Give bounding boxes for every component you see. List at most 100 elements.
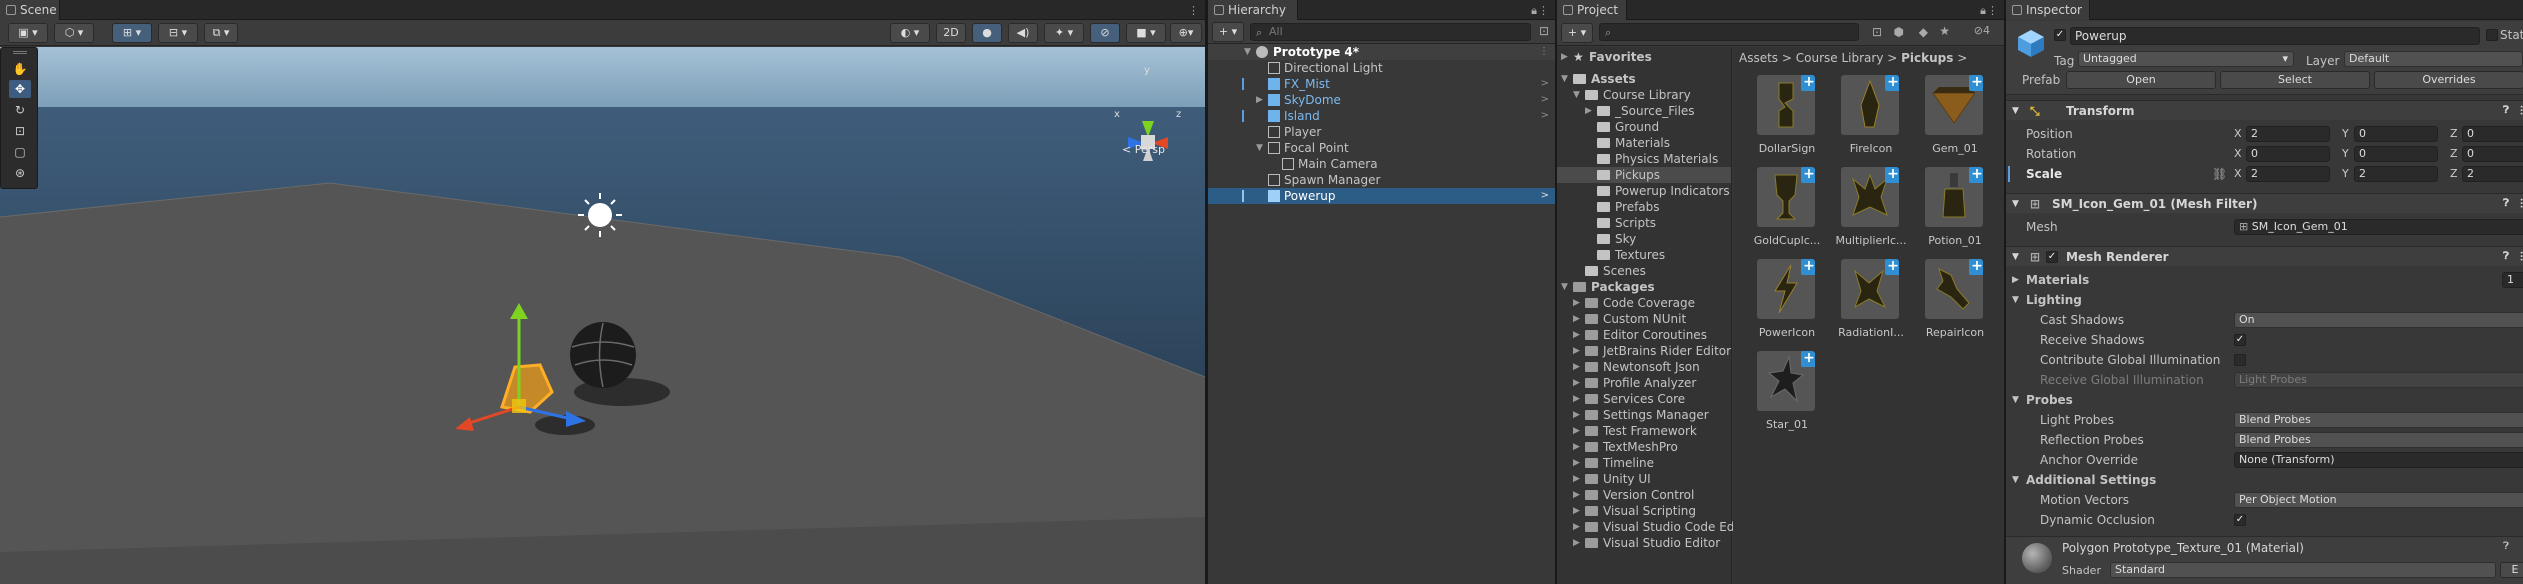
- expand-arrow-icon[interactable]: ▼: [1573, 87, 1580, 103]
- grid-snap-button[interactable]: ⊞ ▾: [112, 23, 152, 43]
- visibility-toggle[interactable]: ⊘: [1090, 23, 1120, 43]
- tree-visual-studio-editor[interactable]: ▶ Visual Studio Editor: [1557, 535, 1731, 551]
- dynamic-occlusion-checkbox[interactable]: ✓: [2234, 514, 2246, 526]
- expand-arrow-icon[interactable]: ▶: [1573, 359, 1580, 375]
- rect-tool[interactable]: ▢: [9, 143, 31, 161]
- tab-inspector[interactable]: Inspector: [2006, 0, 2090, 20]
- expand-arrow-icon[interactable]: ▶: [1573, 343, 1580, 359]
- tree-packages[interactable]: ▼ Packages: [1557, 279, 1731, 295]
- tree-services-core[interactable]: ▶ Services Core: [1557, 391, 1731, 407]
- motion-vectors-dropdown[interactable]: Per Object Motion: [2234, 492, 2523, 508]
- tree-favorites[interactable]: ▶ ★ Favorites: [1557, 49, 1731, 65]
- scale-z-field[interactable]: 2: [2462, 166, 2523, 182]
- hierarchy-item-focal-point[interactable]: ▼ Focal Point: [1208, 140, 1555, 156]
- rotate-tool[interactable]: ↻: [9, 101, 31, 119]
- hierarchy-item-fx-mist[interactable]: FX_Mist >: [1208, 76, 1555, 92]
- materials-row[interactable]: ▶ Materials 1: [2006, 270, 2523, 290]
- probes-section[interactable]: ▼ Probes: [2006, 390, 2523, 410]
- help-icon[interactable]: ❓︎: [2503, 541, 2509, 552]
- scale-tool[interactable]: ⊡: [9, 122, 31, 140]
- hierarchy-scene-visibility-icon[interactable]: ⊡: [1539, 24, 1549, 38]
- hierarchy-search-input[interactable]: ⌕ All: [1250, 23, 1531, 41]
- reflection-probes-dropdown[interactable]: Blend Probes: [2234, 432, 2523, 448]
- position-y-field[interactable]: 0: [2354, 126, 2438, 142]
- tree-unity-ui[interactable]: ▶ Unity UI: [1557, 471, 1731, 487]
- tree-jetbrains-rider-editor[interactable]: ▶ JetBrains Rider Editor: [1557, 343, 1731, 359]
- tree-settings-manager[interactable]: ▶ Settings Manager: [1557, 407, 1731, 423]
- project-search-input[interactable]: ⌕: [1599, 23, 1859, 41]
- tree-assets[interactable]: ▼ Assets: [1557, 71, 1731, 87]
- hand-tool[interactable]: ✋: [9, 60, 31, 78]
- effects-button[interactable]: ✦ ▾: [1044, 23, 1084, 43]
- expand-arrow-icon[interactable]: ▼: [1244, 44, 1251, 60]
- expand-arrow-icon[interactable]: ▶: [1573, 423, 1580, 439]
- asset-goldcup[interactable]: + GoldCuplc...: [1747, 167, 1820, 257]
- tree-timeline[interactable]: ▶ Timeline: [1557, 455, 1731, 471]
- tree-custom-nunit[interactable]: ▶ Custom NUnit: [1557, 311, 1731, 327]
- asset-repairicon[interactable]: + RepairIcon: [1915, 259, 1985, 349]
- tree-sky[interactable]: Sky: [1557, 231, 1731, 247]
- tree-code-coverage[interactable]: ▶ Code Coverage: [1557, 295, 1731, 311]
- expand-arrow-icon[interactable]: ▶: [1573, 327, 1580, 343]
- expand-arrow-icon[interactable]: ▶: [1256, 92, 1263, 108]
- tree-visual-scripting[interactable]: ▶ Visual Scripting: [1557, 503, 1731, 519]
- hierarchy-item-skydome[interactable]: ▶ SkyDome >: [1208, 92, 1555, 108]
- asset-radiation[interactable]: + RadiationI...: [1831, 259, 1904, 349]
- mesh-renderer-component-header[interactable]: ▼ ⊞ ✓ Mesh Renderer ❓︎ ⫶: [2006, 246, 2523, 266]
- tree-visual-studio-code-editor[interactable]: ▶ Visual Studio Code Ed: [1557, 519, 1734, 535]
- chevron-right-icon[interactable]: >: [1541, 108, 1549, 124]
- tree-powerup-indicators[interactable]: Powerup Indicators: [1557, 183, 1731, 199]
- tab-scene[interactable]: Scene: [0, 0, 60, 20]
- hierarchy-item-powerup[interactable]: Powerup >: [1208, 188, 1555, 204]
- hierarchy-item-player[interactable]: Player: [1208, 124, 1555, 140]
- breadcrumb-item[interactable]: Pickups: [1901, 51, 1953, 65]
- scale-y-field[interactable]: 2: [2354, 166, 2438, 182]
- asset-powericon[interactable]: + PowerIcon: [1747, 259, 1817, 349]
- shader-edit-button[interactable]: E: [2500, 562, 2523, 578]
- move-tool[interactable]: ✥: [9, 80, 31, 98]
- tree-version-control[interactable]: ▶ Version Control: [1557, 487, 1731, 503]
- expand-arrow-icon[interactable]: ▶: [1573, 503, 1580, 519]
- rotation-z-field[interactable]: 0: [2462, 146, 2523, 162]
- expand-arrow-icon[interactable]: ▶: [1573, 471, 1580, 487]
- 2d-toggle[interactable]: 2D: [936, 23, 966, 43]
- hierarchy-item-island[interactable]: Island >: [1208, 108, 1555, 124]
- tag-dropdown[interactable]: Untagged ▾: [2078, 51, 2294, 67]
- additional-settings-section[interactable]: ▼ Additional Settings: [2006, 470, 2523, 490]
- expand-arrow-icon[interactable]: ▶: [1573, 455, 1580, 471]
- hierarchy-add-button[interactable]: + ▾: [1212, 22, 1244, 42]
- mesh-renderer-enabled-checkbox[interactable]: ✓: [2046, 251, 2058, 263]
- expand-arrow-icon[interactable]: ▶: [1573, 375, 1580, 391]
- prefab-overrides-button[interactable]: Overrides: [2374, 71, 2523, 89]
- position-x-field[interactable]: 2: [2246, 126, 2330, 142]
- tree-pickups[interactable]: Pickups: [1557, 167, 1731, 183]
- cast-shadows-dropdown[interactable]: On: [2234, 312, 2523, 328]
- draw-mode-button[interactable]: ▣ ▾: [8, 23, 48, 43]
- gizmos-button[interactable]: ⊕▾: [1170, 23, 1202, 43]
- overlay-grip[interactable]: [13, 51, 27, 54]
- tree-newtonsoft-json[interactable]: ▶ Newtonsoft Json: [1557, 359, 1731, 375]
- tree-test-framework[interactable]: ▶ Test Framework: [1557, 423, 1731, 439]
- tree-textmeshpro[interactable]: ▶ TextMeshPro: [1557, 439, 1731, 455]
- transform-component-header[interactable]: ▼ ⤡ Transform ❓︎ ⫶: [2006, 100, 2523, 120]
- materials-count-field[interactable]: 1: [2502, 272, 2523, 288]
- help-icon[interactable]: ❓︎: [2503, 194, 2509, 214]
- hierarchy-item-prototype[interactable]: ▼ Prototype 4* ⋮: [1208, 44, 1555, 60]
- asset-gem-01[interactable]: + Gem_01: [1915, 75, 1985, 165]
- project-add-button[interactable]: + ▾: [1561, 23, 1593, 43]
- hierarchy-menu-icon[interactable]: ⋮: [1538, 4, 1549, 17]
- constrain-proportions-icon[interactable]: ⛓︎: [2212, 164, 2227, 184]
- tree-course-library[interactable]: ▼ Course Library: [1557, 87, 1731, 103]
- shader-dropdown[interactable]: Standard: [2110, 562, 2496, 578]
- help-icon[interactable]: ❓︎: [2503, 101, 2509, 121]
- hierarchy-item-main-camera[interactable]: Main Camera: [1208, 156, 1555, 172]
- hidden-packages-icon[interactable]: ⊘4: [1974, 24, 1990, 37]
- tree-textures[interactable]: Textures: [1557, 247, 1731, 263]
- tree-scripts[interactable]: Scripts: [1557, 215, 1731, 231]
- favorite-star-icon[interactable]: ★: [1939, 24, 1950, 38]
- hierarchy-item-spawn-manager[interactable]: Spawn Manager: [1208, 172, 1555, 188]
- transform-tool[interactable]: ⊛: [9, 164, 31, 182]
- prefab-select-button[interactable]: Select: [2220, 71, 2370, 89]
- receive-shadows-checkbox[interactable]: ✓: [2234, 334, 2246, 346]
- project-lock-icon[interactable]: 🔒︎: [1980, 4, 1986, 18]
